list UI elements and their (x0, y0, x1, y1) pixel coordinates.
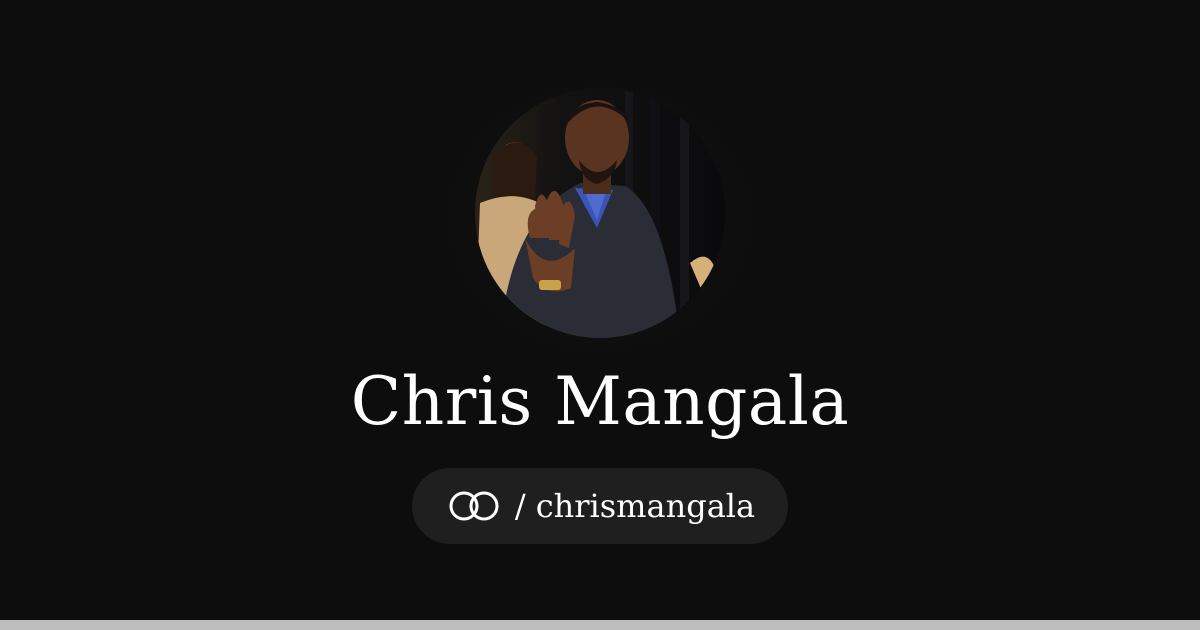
profile-handle-link[interactable]: / chrismangala (412, 468, 788, 544)
handle-text: chrismangala (535, 487, 756, 525)
avatar (475, 88, 725, 338)
linked-rings-icon (445, 489, 503, 523)
profile-name: Chris Mangala (350, 363, 850, 440)
bottom-bar (0, 620, 1200, 630)
profile-card: Chris Mangala / chrismangala (0, 0, 1200, 630)
avatar-photo (475, 88, 725, 338)
handle-separator: / (514, 487, 526, 525)
